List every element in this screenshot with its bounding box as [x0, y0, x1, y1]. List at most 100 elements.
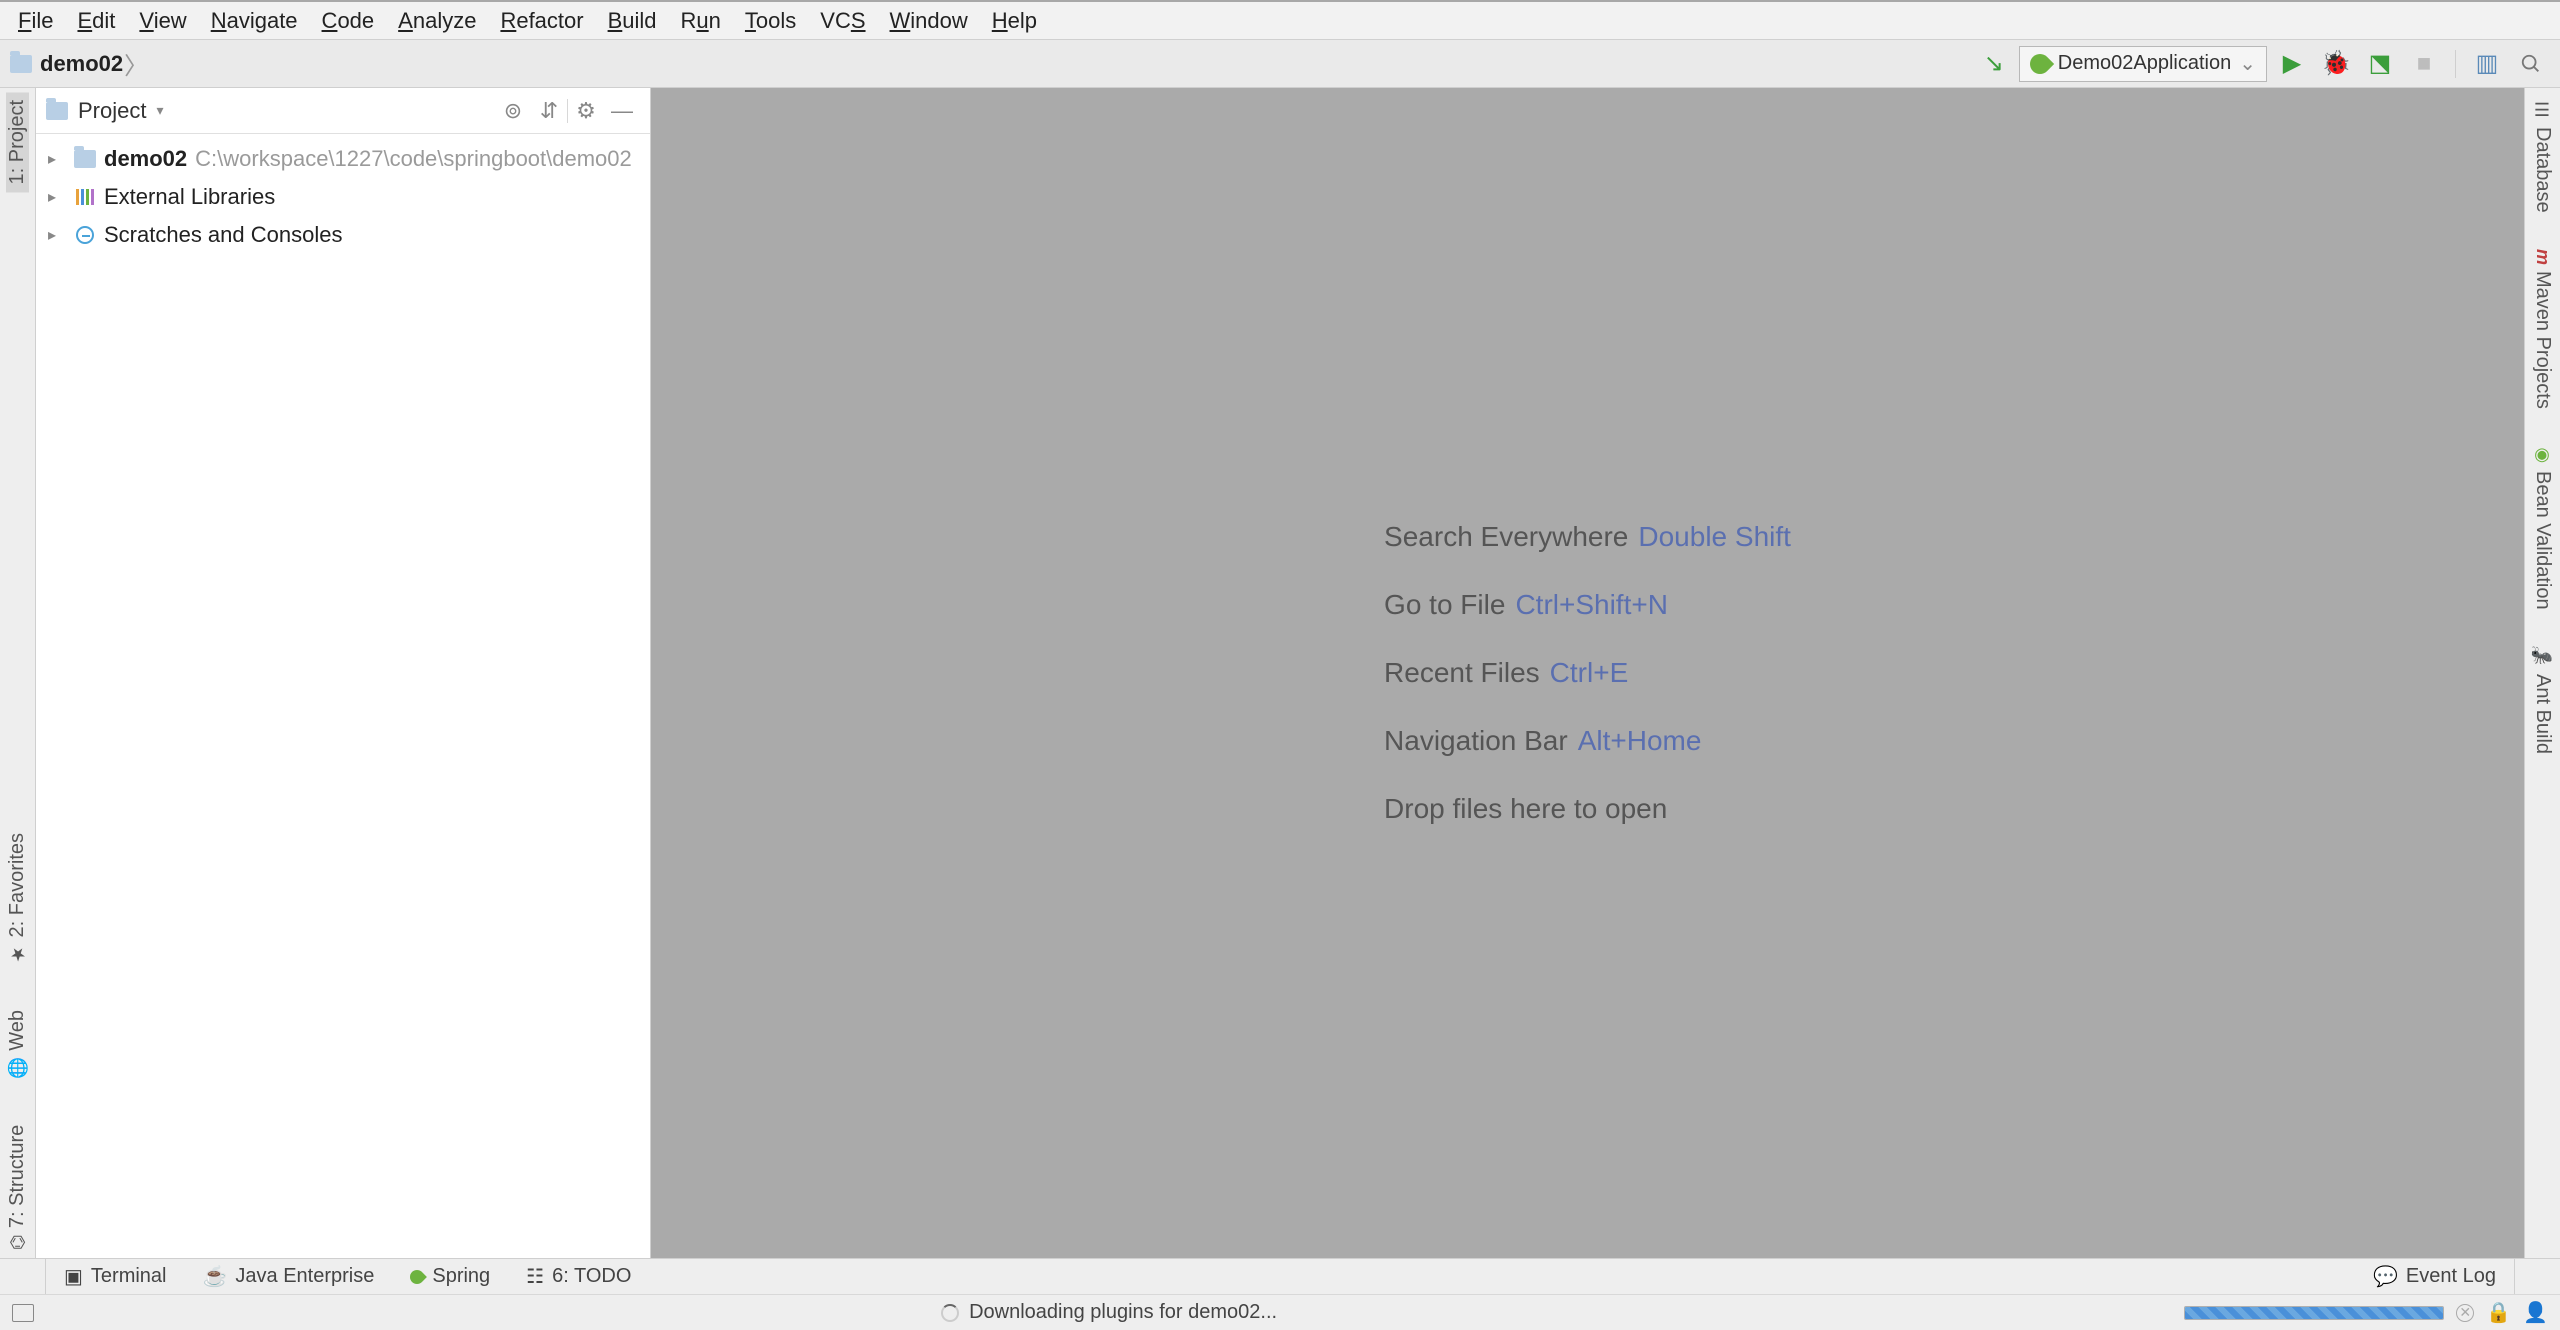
right-tool-rail: ☰Database mMaven Projects ◉Bean Validati… — [2524, 88, 2560, 1258]
hide-button[interactable]: — — [604, 93, 640, 129]
tool-tab-todo[interactable]: ☷6: TODO — [508, 1264, 649, 1289]
bottom-tool-bar: ▣Terminal ☕Java Enterprise Spring ☷6: TO… — [0, 1258, 2560, 1294]
menu-run[interactable]: Run — [669, 8, 733, 34]
expand-arrow-icon[interactable]: ▸ — [48, 225, 72, 245]
progress-fill — [2185, 1307, 2443, 1319]
folder-icon — [10, 55, 32, 73]
bottom-right-corner — [2514, 1259, 2550, 1294]
editor-tip: Search Everywhere Double Shift — [1384, 521, 1791, 553]
menu-code[interactable]: Code — [310, 8, 387, 34]
main-area: 1: Project ★2: Favorites 🌐Web ⌬7: Struct… — [0, 88, 2560, 1258]
globe-icon: 🌐 — [7, 1057, 29, 1079]
tip-shortcut: Alt+Home — [1578, 725, 1702, 757]
tool-tab-ant-build[interactable]: 🐜Ant Build — [2531, 638, 2554, 762]
tool-tab-web[interactable]: 🌐Web — [6, 1002, 29, 1087]
lock-icon[interactable]: 🔒 — [2486, 1300, 2511, 1325]
tree-node-label: Scratches and Consoles — [104, 222, 342, 248]
menu-analyze[interactable]: Analyze — [386, 8, 488, 34]
tree-node[interactable]: ▸ demo02C:\workspace\1227\code\springboot… — [36, 140, 650, 178]
tree-node[interactable]: ▸ Scratches and Consoles — [36, 216, 650, 254]
spring-icon — [407, 1267, 427, 1287]
breadcrumb[interactable]: demo02 〉 — [10, 50, 143, 78]
menu-navigate[interactable]: Navigate — [199, 8, 310, 34]
tool-tab-favorites[interactable]: ★2: Favorites — [6, 825, 29, 972]
project-panel-header: Project ▾ ⊚ ⇵ ⚙ — — [36, 88, 650, 134]
cancel-background-task-button[interactable]: ✕ — [2456, 1304, 2474, 1322]
progress-bar[interactable] — [2184, 1306, 2444, 1320]
run-configuration-selector[interactable]: Demo02Application ⌄ — [2019, 46, 2267, 82]
tool-windows-toggle-icon[interactable] — [12, 1304, 34, 1322]
tree-node[interactable]: ▸ External Libraries — [36, 178, 650, 216]
project-tool-window: Project ▾ ⊚ ⇵ ⚙ — ▸ demo02C:\workspace\12… — [36, 88, 651, 1258]
libraries-icon — [72, 189, 98, 205]
menu-edit[interactable]: Edit — [65, 8, 127, 34]
chevron-down-icon[interactable]: ▾ — [156, 102, 163, 119]
settings-button[interactable]: ⚙ — [568, 93, 604, 129]
run-with-coverage-button[interactable]: ⬔ — [2361, 45, 2399, 83]
breadcrumb-project: demo02 — [40, 51, 123, 77]
ide-features-trainer-icon[interactable]: 👤 — [2523, 1300, 2548, 1325]
tip-shortcut: Ctrl+Shift+N — [1515, 589, 1668, 621]
stop-button: ■ — [2405, 45, 2443, 83]
editor-tip: Go to File Ctrl+Shift+N — [1384, 589, 1791, 621]
editor-tip: Navigation Bar Alt+Home — [1384, 725, 1791, 757]
terminal-icon: ▣ — [64, 1264, 83, 1289]
menu-help[interactable]: Help — [980, 8, 1049, 34]
locate-file-button[interactable]: ⊚ — [495, 93, 531, 129]
tool-tab-terminal[interactable]: ▣Terminal — [46, 1264, 184, 1289]
bottom-left-corner — [10, 1259, 46, 1294]
build-icon[interactable]: ↘ — [1975, 45, 2013, 83]
menu-tools[interactable]: Tools — [733, 8, 808, 34]
editor-empty-area[interactable]: Search Everywhere Double Shift Go to File C… — [651, 88, 2524, 1258]
todo-icon: ☷ — [526, 1264, 544, 1289]
tip-shortcut: Double Shift — [1638, 521, 1791, 553]
navigation-bar: demo02 〉 ↘ Demo02Application ⌄ ▶ 🐞 ⬔ ■ ▥ — [0, 40, 2560, 88]
editor-tips: Search Everywhere Double Shift Go to File C… — [1384, 521, 1791, 825]
tip-shortcut: Ctrl+E — [1550, 657, 1629, 689]
collapse-all-button[interactable]: ⇵ — [531, 93, 567, 129]
menu-window[interactable]: Window — [878, 8, 980, 34]
scratches-icon — [72, 226, 98, 244]
menu-bar: FileEditViewNavigateCodeAnalyzeRefactorB… — [0, 0, 2560, 40]
menu-file[interactable]: File — [6, 8, 65, 34]
expand-arrow-icon[interactable]: ▸ — [48, 187, 72, 207]
menu-build[interactable]: Build — [596, 8, 669, 34]
status-message: Downloading plugins for demo02... — [969, 1301, 1277, 1324]
run-button[interactable]: ▶ — [2273, 45, 2311, 83]
search-everywhere-button[interactable] — [2512, 45, 2550, 83]
tool-tab-database[interactable]: ☰Database — [2531, 92, 2554, 221]
chevron-down-icon: ⌄ — [2239, 51, 2256, 76]
star-icon: ★ — [7, 943, 29, 964]
expand-arrow-icon[interactable]: ▸ — [48, 149, 72, 169]
tree-node-label: demo02C:\workspace\1227\code\springboot\… — [104, 146, 632, 172]
structure-icon: ⌬ — [7, 1234, 29, 1250]
separator — [2455, 50, 2456, 78]
ant-icon: 🐜 — [2532, 646, 2554, 668]
tip-text: Go to File — [1384, 589, 1505, 621]
tool-tab-bean-validation[interactable]: ◉Bean Validation — [2531, 436, 2554, 618]
editor-tip: Drop files here to open — [1384, 793, 1791, 825]
project-tree[interactable]: ▸ demo02C:\workspace\1227\code\springboot… — [36, 134, 650, 260]
tool-tab-java-enterprise[interactable]: ☕Java Enterprise — [184, 1264, 392, 1289]
left-tool-rail: 1: Project ★2: Favorites 🌐Web ⌬7: Struct… — [0, 88, 36, 1258]
bean-icon: ◉ — [2532, 444, 2554, 465]
database-icon: ☰ — [2532, 100, 2554, 121]
event-log-icon: 💬 — [2373, 1264, 2398, 1289]
tool-tab-project[interactable]: 1: Project — [6, 92, 29, 192]
tip-text: Navigation Bar — [1384, 725, 1568, 757]
tool-tab-event-log[interactable]: 💬Event Log — [2355, 1264, 2514, 1289]
tree-node-label: External Libraries — [104, 184, 275, 210]
menu-vcs[interactable]: VCS — [808, 8, 877, 34]
tool-tab-maven[interactable]: mMaven Projects — [2531, 241, 2554, 417]
menu-view[interactable]: View — [127, 8, 198, 34]
menu-refactor[interactable]: Refactor — [488, 8, 595, 34]
tool-tab-spring[interactable]: Spring — [392, 1265, 508, 1288]
tip-text: Drop files here to open — [1384, 793, 1667, 825]
debug-button[interactable]: 🐞 — [2317, 45, 2355, 83]
editor-tip: Recent FilesCtrl+E — [1384, 657, 1791, 689]
project-view-title[interactable]: Project — [78, 98, 146, 124]
tool-tab-structure[interactable]: ⌬7: Structure — [6, 1117, 29, 1258]
project-structure-button[interactable]: ▥ — [2468, 45, 2506, 83]
tip-text: Search Everywhere — [1384, 521, 1628, 553]
status-bar: Downloading plugins for demo02... ✕ 🔒 👤 — [0, 1294, 2560, 1330]
